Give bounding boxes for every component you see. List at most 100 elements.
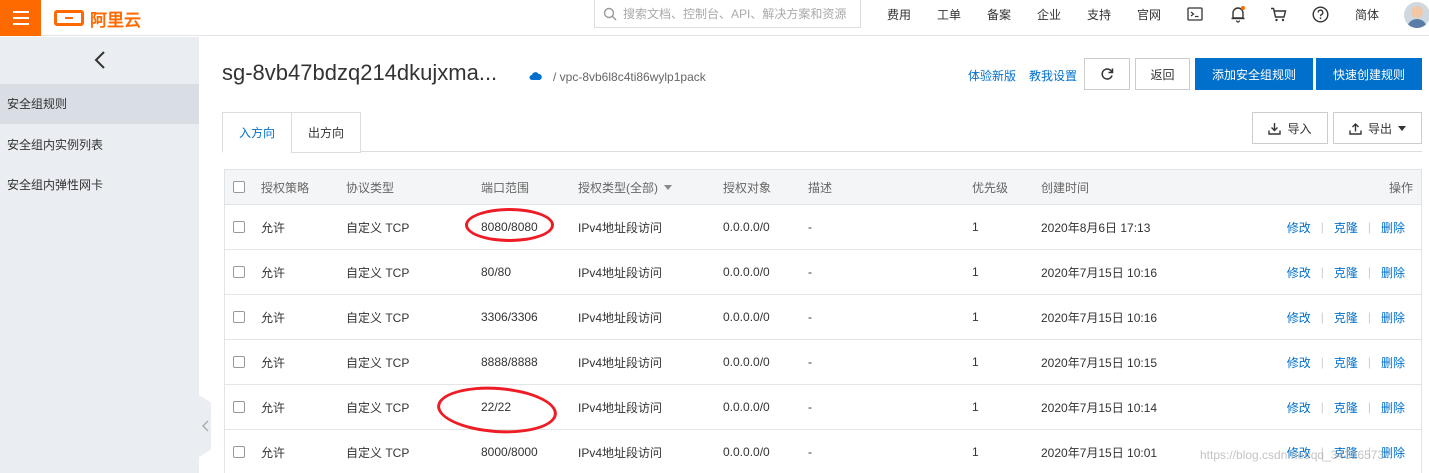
cell-auth-type: IPv4地址段访问 <box>578 310 663 325</box>
cell-protocol: 自定义 TCP <box>346 220 410 235</box>
row-checkbox[interactable] <box>233 446 245 458</box>
language-switch[interactable]: 简体 <box>1355 0 1379 28</box>
select-all-cell <box>233 170 245 204</box>
logo[interactable]: 阿里云 <box>54 6 141 30</box>
import-label: 导入 <box>1287 121 1312 136</box>
table-row: 允许 自定义 TCP 80/80 IPv4地址段访问 0.0.0.0/0 - 1 2020年7… <box>225 250 1421 295</box>
sidebar: 安全组规则 安全组内实例列表 安全组内弹性网卡 <box>0 37 199 473</box>
edit-link[interactable]: 修改 <box>1287 219 1311 236</box>
cell-auth-type: IPv4地址段访问 <box>578 220 663 235</box>
bell-icon[interactable] <box>1229 5 1247 23</box>
cell-desc: - <box>808 355 812 369</box>
delete-link[interactable]: 删除 <box>1381 354 1405 371</box>
chevron-left-icon <box>94 51 105 69</box>
clone-link[interactable]: 克隆 <box>1334 264 1358 281</box>
divider: | <box>1367 355 1371 369</box>
back-button[interactable]: 返回 <box>1135 58 1190 90</box>
table-row: 允许 自定义 TCP 8080/8080 IPv4地址段访问 0.0.0.0/0 - 1 20… <box>225 205 1421 250</box>
tab-inbound[interactable]: 入方向 <box>222 112 292 153</box>
delete-link[interactable]: 删除 <box>1381 219 1405 236</box>
cell-created: 2020年7月15日 10:14 <box>1041 400 1158 415</box>
cell-priority: 1 <box>972 355 979 369</box>
table-header: 授权策略 协议类型 端口范围 授权类型(全部) 授权对象 描述 优先级 创建时间… <box>225 170 1421 205</box>
export-button[interactable]: 导出 <box>1333 112 1422 144</box>
download-icon <box>1268 122 1282 135</box>
add-rule-button[interactable]: 添加安全组规则 <box>1195 58 1313 90</box>
row-checkbox[interactable] <box>233 266 245 278</box>
cloud-icon[interactable] <box>529 70 542 84</box>
edit-link[interactable]: 修改 <box>1287 309 1311 326</box>
cell-policy: 允许 <box>261 355 286 370</box>
cell-auth-type: IPv4地址段访问 <box>578 445 663 460</box>
divider: | <box>1320 355 1324 369</box>
sidebar-item-instances[interactable]: 安全组内实例列表 <box>0 125 199 165</box>
delete-link[interactable]: 删除 <box>1381 264 1405 281</box>
row-checkbox[interactable] <box>233 311 245 323</box>
col-protocol: 协议类型 <box>346 180 395 195</box>
cell-desc: - <box>808 220 812 234</box>
edit-link[interactable]: 修改 <box>1287 354 1311 371</box>
row-actions: 修改 | 克隆 | 删除 <box>1287 385 1405 429</box>
select-all-checkbox[interactable] <box>233 181 245 193</box>
sidebar-item-eni[interactable]: 安全组内弹性网卡 <box>0 165 199 205</box>
col-created: 创建时间 <box>1041 180 1090 195</box>
watermark: https://blog.csdn.net/qq_34316573 <box>1200 448 1385 462</box>
nav-fees[interactable]: 费用 <box>887 0 911 28</box>
sidebar-item-rules[interactable]: 安全组规则 <box>0 84 199 124</box>
teach-me-link[interactable]: 教我设置 <box>1029 67 1077 84</box>
tab-outbound[interactable]: 出方向 <box>291 112 361 153</box>
cell-desc: - <box>808 310 812 324</box>
cell-desc: - <box>808 400 812 414</box>
cell-target: 0.0.0.0/0 <box>723 310 770 324</box>
nav-official-site[interactable]: 官网 <box>1137 0 1161 28</box>
row-checkbox[interactable] <box>233 401 245 413</box>
refresh-button[interactable] <box>1084 58 1130 90</box>
clone-link[interactable]: 克隆 <box>1334 354 1358 371</box>
cell-priority: 1 <box>972 310 979 324</box>
search-input[interactable] <box>623 6 853 21</box>
cell-port: 3306/3306 <box>481 310 538 324</box>
cell-created: 2020年7月15日 10:16 <box>1041 310 1158 325</box>
divider: | <box>1320 220 1324 234</box>
nav-filing[interactable]: 备案 <box>987 0 1011 28</box>
cell-auth-type: IPv4地址段访问 <box>578 265 663 280</box>
avatar[interactable] <box>1404 2 1429 28</box>
row-checkbox[interactable] <box>233 221 245 233</box>
sidebar-toggle-handle[interactable] <box>199 395 211 457</box>
import-button[interactable]: 导入 <box>1252 112 1328 144</box>
edit-link[interactable]: 修改 <box>1287 264 1311 281</box>
vpc-link[interactable]: / vpc-8vb6l8c4ti86wylp1pack <box>553 70 706 84</box>
menu-icon[interactable] <box>0 0 41 36</box>
delete-link[interactable]: 删除 <box>1381 399 1405 416</box>
clone-link[interactable]: 克隆 <box>1334 399 1358 416</box>
delete-link[interactable]: 删除 <box>1381 444 1405 461</box>
nav-tickets[interactable]: 工单 <box>937 0 961 28</box>
quick-create-button[interactable]: 快速创建规则 <box>1316 58 1422 90</box>
search-icon <box>603 7 617 20</box>
row-select-cell <box>233 340 245 384</box>
nav-enterprise[interactable]: 企业 <box>1037 0 1061 28</box>
clone-link[interactable]: 克隆 <box>1334 309 1358 326</box>
clone-link[interactable]: 克隆 <box>1334 219 1358 236</box>
sidebar-collapse-button[interactable] <box>0 37 199 83</box>
caret-down-icon <box>1398 125 1406 131</box>
col-auth-type[interactable]: 授权类型(全部) <box>578 170 672 204</box>
search-box[interactable] <box>594 0 861 28</box>
help-icon[interactable] <box>1311 5 1329 23</box>
cart-icon[interactable] <box>1269 5 1287 23</box>
col-policy: 授权策略 <box>261 180 310 195</box>
try-new-version-link[interactable]: 体验新版 <box>968 67 1016 84</box>
row-actions: 修改 | 克隆 | 删除 <box>1287 340 1405 384</box>
upload-icon <box>1349 122 1362 135</box>
cell-auth-type: IPv4地址段访问 <box>578 355 663 370</box>
terminal-icon[interactable] <box>1186 5 1204 23</box>
edit-link[interactable]: 修改 <box>1287 399 1311 416</box>
col-port: 端口范围 <box>481 180 530 195</box>
table-row: 允许 自定义 TCP 8888/8888 IPv4地址段访问 0.0.0.0/0 - 1 20… <box>225 340 1421 385</box>
nav-support[interactable]: 支持 <box>1087 0 1111 28</box>
delete-link[interactable]: 删除 <box>1381 309 1405 326</box>
row-checkbox[interactable] <box>233 356 245 368</box>
cell-priority: 1 <box>972 265 979 279</box>
divider: | <box>1367 400 1371 414</box>
caret-down-icon <box>664 184 672 190</box>
